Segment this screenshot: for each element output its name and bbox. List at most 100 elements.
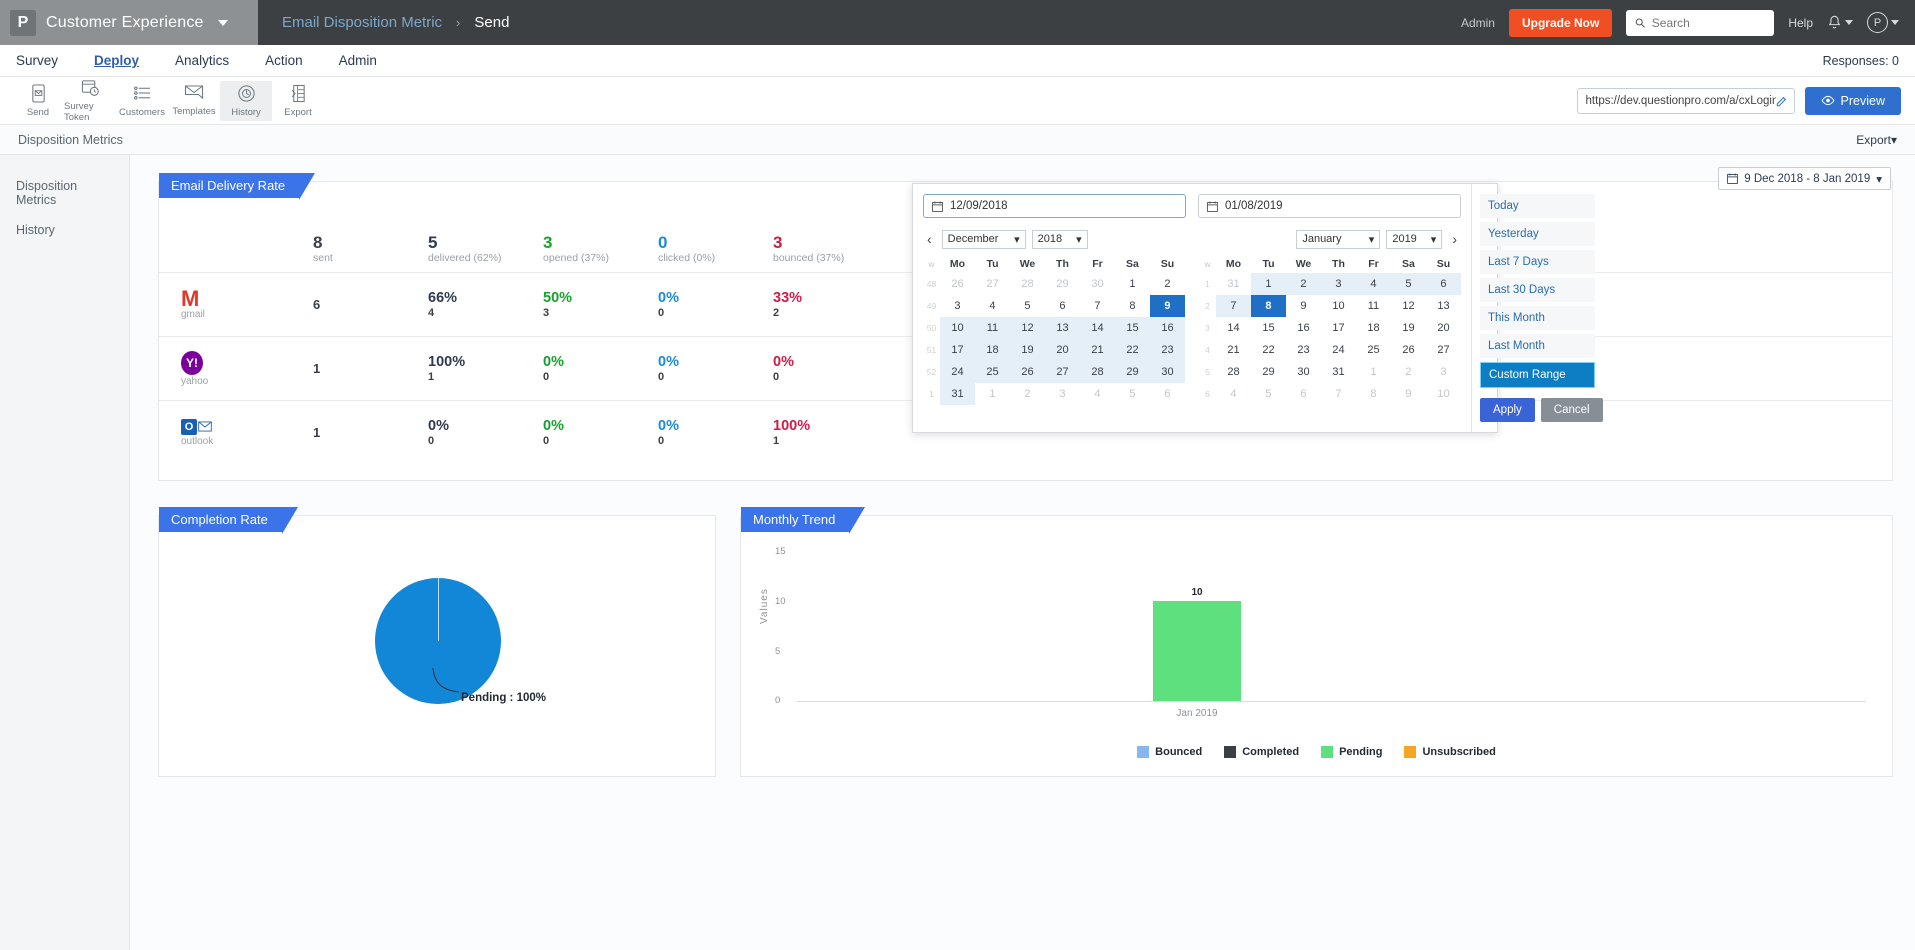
range-last-30-days[interactable]: Last 30 Days [1480,278,1595,302]
calendar-day[interactable]: 4 [1356,273,1391,295]
legend-item-completed[interactable]: Completed [1224,746,1299,758]
year-select-left[interactable]: 2018▾ [1032,230,1088,249]
calendar-day[interactable]: 30 [1286,361,1321,383]
calendar-day[interactable]: 1 [975,383,1010,405]
range-last-month[interactable]: Last Month [1480,334,1595,358]
calendar-day[interactable]: 11 [975,317,1010,339]
calendar-day[interactable]: 6 [1286,383,1321,405]
nav-item-action[interactable]: Action [265,53,303,68]
chevron-down-icon[interactable] [218,20,228,26]
calendar-day[interactable]: 4 [1216,383,1251,405]
legend-item-unsubscribed[interactable]: Unsubscribed [1404,746,1495,758]
calendar-day[interactable]: 19 [1391,317,1426,339]
calendar-day[interactable]: 22 [1251,339,1286,361]
calendar-day[interactable]: 2 [1150,273,1185,295]
calendar-day[interactable]: 19 [1010,339,1045,361]
calendar-day[interactable]: 12 [1391,295,1426,317]
calendar-day[interactable]: 27 [1045,361,1080,383]
toolbar-item-history[interactable]: History [220,81,272,121]
notifications-button[interactable] [1827,15,1853,31]
apply-button[interactable]: Apply [1480,398,1535,422]
calendar-day[interactable]: 27 [975,273,1010,295]
next-month-button[interactable]: › [1448,231,1461,247]
toolbar-item-customers[interactable]: Customers [116,81,168,121]
survey-url-field[interactable]: https://dev.questionpro.com/a/cxLogin.d [1577,88,1795,114]
calendar-day[interactable]: 5 [1115,383,1150,405]
help-link[interactable]: Help [1788,16,1813,30]
calendar-day[interactable]: 23 [1150,339,1185,361]
upgrade-now-button[interactable]: Upgrade Now [1509,9,1612,37]
calendar-day[interactable]: 16 [1150,317,1185,339]
preview-button[interactable]: Preview [1805,87,1901,115]
calendar-day[interactable]: 3 [1426,361,1461,383]
calendar-day[interactable]: 31 [1321,361,1356,383]
calendar-day[interactable]: 5 [1251,383,1286,405]
calendar-day[interactable]: 18 [1356,317,1391,339]
calendar-day[interactable]: 18 [975,339,1010,361]
calendar-day[interactable]: 30 [1080,273,1115,295]
calendar-day[interactable]: 1 [1356,361,1391,383]
bar-pending-jan-2019[interactable] [1153,601,1241,701]
calendar-day[interactable]: 28 [1010,273,1045,295]
calendar-day[interactable]: 2 [1391,361,1426,383]
calendar-day[interactable]: 29 [1045,273,1080,295]
calendar-day[interactable]: 26 [1010,361,1045,383]
calendar-day[interactable]: 4 [1080,383,1115,405]
calendar-day[interactable]: 17 [940,339,975,361]
calendar-day[interactable]: 24 [1321,339,1356,361]
date-range-trigger[interactable]: 9 Dec 2018 - 8 Jan 2019 ▾ [1718,167,1891,190]
calendar-day[interactable]: 7 [1080,295,1115,317]
range-this-month[interactable]: This Month [1480,306,1595,330]
pencil-icon[interactable] [1776,95,1788,107]
month-select-left[interactable]: December▾ [942,230,1026,249]
range-last-7-days[interactable]: Last 7 Days [1480,250,1595,274]
toolbar-item-templates[interactable]: Templates [168,81,220,120]
export-dropdown[interactable]: Export▾ [1856,133,1897,147]
user-menu[interactable]: P [1867,12,1899,33]
calendar-day[interactable]: 9 [1286,295,1321,317]
calendar-day[interactable]: 2 [1010,383,1045,405]
calendar-day[interactable]: 9 [1150,295,1185,317]
calendar-day[interactable]: 2 [1286,273,1321,295]
calendar-day[interactable]: 8 [1251,295,1286,317]
search-input[interactable] [1652,16,1766,30]
calendar-day[interactable]: 4 [975,295,1010,317]
calendar-day[interactable]: 12 [1010,317,1045,339]
calendar-day[interactable]: 6 [1150,383,1185,405]
calendar-day[interactable]: 8 [1356,383,1391,405]
calendar-day[interactable]: 31 [940,383,975,405]
range-custom[interactable]: Custom Range [1480,362,1595,388]
legend-item-bounced[interactable]: Bounced [1137,746,1202,758]
nav-item-deploy[interactable]: Deploy [94,53,139,68]
calendar-day[interactable]: 3 [1321,273,1356,295]
calendar-day[interactable]: 5 [1391,273,1426,295]
calendar-day[interactable]: 6 [1426,273,1461,295]
chevron-down-icon[interactable] [1845,20,1853,25]
calendar-day[interactable]: 7 [1321,383,1356,405]
calendar-day[interactable]: 29 [1251,361,1286,383]
calendar-day[interactable]: 13 [1045,317,1080,339]
calendar-day[interactable]: 1 [1115,273,1150,295]
calendar-day[interactable]: 3 [940,295,975,317]
nav-item-analytics[interactable]: Analytics [175,53,229,68]
calendar-day[interactable]: 16 [1286,317,1321,339]
calendar-day[interactable]: 20 [1426,317,1461,339]
calendar-day[interactable]: 14 [1080,317,1115,339]
search-box[interactable] [1626,10,1774,36]
prev-month-button[interactable]: ‹ [923,231,936,247]
calendar-day[interactable]: 29 [1115,361,1150,383]
brand-zone[interactable]: P Customer Experience [0,0,258,45]
calendar-day[interactable]: 30 [1150,361,1185,383]
calendar-day[interactable]: 23 [1286,339,1321,361]
admin-link[interactable]: Admin [1461,16,1495,30]
calendar-day[interactable]: 27 [1426,339,1461,361]
calendar-day[interactable]: 3 [1045,383,1080,405]
cancel-button[interactable]: Cancel [1541,398,1603,422]
calendar-day[interactable]: 11 [1356,295,1391,317]
calendar-day[interactable]: 17 [1321,317,1356,339]
toolbar-item-export[interactable]: Export [272,81,324,121]
calendar-day[interactable]: 8 [1115,295,1150,317]
year-select-right[interactable]: 2019▾ [1386,230,1442,249]
calendar-day[interactable]: 10 [1426,383,1461,405]
legend-item-pending[interactable]: Pending [1321,746,1382,758]
